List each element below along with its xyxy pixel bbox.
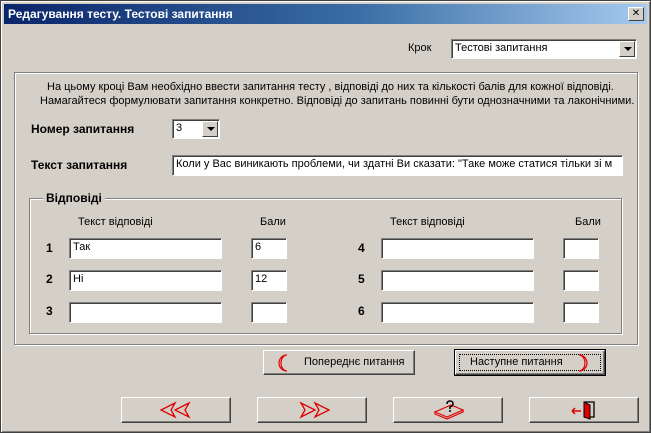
forward-button[interactable]: [257, 397, 367, 423]
answer-text-value: Ні: [73, 273, 84, 285]
answer-score-input[interactable]: [563, 270, 599, 291]
answer-score-input[interactable]: [251, 302, 287, 323]
answers-group-title: Відповіді: [43, 191, 105, 205]
answer-number: 6: [358, 304, 365, 318]
prev-question-button[interactable]: Попереднє питання: [263, 350, 415, 375]
book-question-icon: [433, 400, 465, 420]
question-number-label: Номер запитання: [31, 122, 135, 136]
answer-number: 4: [358, 241, 365, 255]
left-crescent-icon: [278, 354, 288, 372]
chevron-down-icon[interactable]: [202, 121, 218, 137]
double-right-arrow-icon: [299, 401, 331, 419]
back-button[interactable]: [121, 397, 231, 423]
answer-score-input[interactable]: [563, 238, 599, 259]
window-title: Редагування тесту. Тестові запитання: [8, 7, 233, 21]
answer-number: 3: [46, 304, 53, 318]
answer-score-value: 12: [255, 273, 268, 285]
next-question-label: Наступне питання: [470, 356, 563, 368]
answer-text-header-right: Текст відповіді: [390, 216, 465, 228]
step-select[interactable]: Тестові запитання: [451, 39, 637, 59]
answer-score-input[interactable]: 12: [251, 270, 287, 291]
answer-text-input[interactable]: [69, 302, 222, 323]
question-number-select[interactable]: 3: [172, 119, 220, 139]
answer-score-header-left: Бали: [260, 216, 286, 228]
close-button[interactable]: ✕: [628, 7, 644, 21]
answer-text-input[interactable]: Ні: [69, 270, 222, 291]
help-button[interactable]: [393, 397, 503, 423]
double-left-arrow-icon: [159, 401, 191, 419]
question-number-value: 3: [176, 122, 183, 134]
answer-score-header-right: Бали: [575, 216, 601, 228]
dialog-window: Редагування тесту. Тестові запитання ✕ К…: [0, 0, 651, 433]
instructions-line-2: Намагайтеся формулювати запитання конкре…: [40, 95, 635, 107]
right-crescent-icon: [578, 354, 588, 372]
answer-number: 1: [46, 241, 53, 255]
prev-question-label: Попереднє питання: [304, 356, 405, 368]
answer-text-header-left: Текст відповіді: [78, 216, 153, 228]
answer-score-input[interactable]: 6: [251, 238, 287, 259]
instructions-line-1: На цьому кроці Вам необхідно ввести запи…: [47, 81, 614, 93]
chevron-down-icon[interactable]: [619, 41, 635, 57]
question-text-value: Коли у Вас виникають проблеми, чи здатні…: [176, 158, 613, 170]
answer-number: 5: [358, 272, 365, 286]
exit-door-icon: [571, 401, 595, 420]
step-label: Крок: [408, 42, 432, 54]
answer-text-input[interactable]: [381, 270, 534, 291]
question-text-input[interactable]: Коли у Вас виникають проблеми, чи здатні…: [172, 155, 623, 176]
answer-score-value: 6: [255, 241, 262, 253]
answer-text-input[interactable]: [381, 302, 534, 323]
title-bar: Редагування тесту. Тестові запитання ✕: [4, 4, 647, 24]
close-icon: ✕: [631, 8, 641, 19]
answer-text-input[interactable]: [381, 238, 534, 259]
step-select-value: Тестові запитання: [455, 42, 548, 54]
question-text-label: Текст запитання: [31, 158, 128, 172]
exit-button[interactable]: [529, 397, 639, 423]
answer-score-input[interactable]: [563, 302, 599, 323]
answer-number: 2: [46, 272, 53, 286]
answer-text-input[interactable]: Так: [69, 238, 222, 259]
next-question-button[interactable]: Наступне питання: [454, 349, 606, 376]
answer-text-value: Так: [73, 241, 91, 253]
